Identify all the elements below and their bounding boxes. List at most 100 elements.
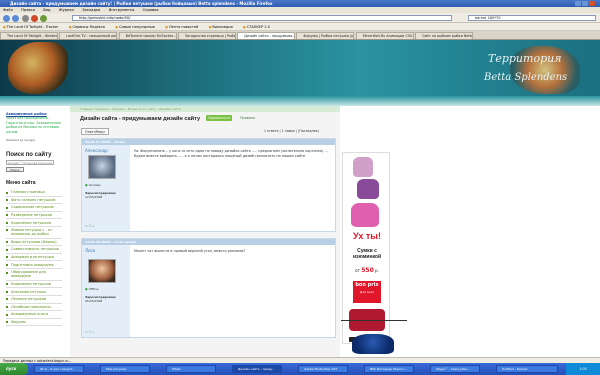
search-heading: Поиск по сайту — [6, 152, 52, 159]
home-icon[interactable] — [40, 15, 47, 22]
browser-tab[interactable]: The Land Of Twilight - Window... — [0, 32, 58, 39]
sidebar-menu-item[interactable]: Кормление петушков — [6, 281, 62, 289]
sidebar-menu-item[interactable]: Лечение петушков — [6, 296, 62, 304]
sidebar-menu-item[interactable]: Фото галерея петушков — [6, 197, 62, 205]
ad-price-value: 550 — [361, 267, 374, 274]
menu-file[interactable]: Файл — [3, 8, 13, 12]
taskbar-item[interactable]: Skype™ - head_piter... — [430, 365, 480, 373]
ad-headline: Ух ты! — [353, 231, 381, 241]
rules-link[interactable]: Правила — [240, 116, 255, 120]
address-bar[interactable]: http://petushki.info/node/50/ — [72, 15, 452, 21]
menu-tools[interactable]: Инструменты — [109, 8, 135, 12]
search-bar[interactable]: ванна 160*70 — [468, 15, 596, 21]
bookmark-item[interactable]: Википедия — [209, 25, 233, 29]
bookmark-item[interactable]: Самые популярные — [115, 25, 155, 29]
menu-bookmarks[interactable]: Закладки — [82, 8, 100, 12]
site-brand-line2: Betta Splendens — [484, 72, 568, 83]
reply-button[interactable]: Ответ/Reply — [81, 128, 109, 135]
forum-post: 13.05.08 (2008 - 14:29 время) Лиса Offli… — [81, 238, 336, 338]
avatar — [88, 155, 116, 179]
menu-view[interactable]: Вид — [43, 8, 50, 12]
sidebar-menu-item[interactable]: Аквариумные книги — [6, 311, 62, 319]
sidebar-menu-item[interactable]: Оборудование для аквариума — [6, 269, 62, 281]
sidebar-menu-item[interactable]: Виды петушков (Формы) — [6, 239, 62, 247]
menu-help[interactable]: Справка — [143, 8, 159, 12]
ad-subtitle: Сумки с изюминкой — [352, 248, 382, 260]
ad-brand: bon prix — [355, 282, 379, 288]
subscribe-button[interactable]: Подписаться — [206, 115, 232, 121]
browser-tab[interactable]: Форумы | Рыбки петушки (р... — [296, 32, 355, 39]
navigation-toolbar: http://petushki.info/node/50/ ванна 160*… — [0, 13, 600, 23]
post-author[interactable]: Александр — [85, 148, 108, 153]
close-icon[interactable] — [589, 1, 595, 6]
bookmark-item[interactable]: Лента новостей — [165, 25, 198, 29]
taskbar-item[interactable]: Мои рисунки — [100, 365, 150, 373]
taskbar-item[interactable]: Adobe Photoshop CS3 — [298, 365, 348, 373]
powered-by-google: Powered by Google — [6, 138, 35, 143]
forward-icon[interactable] — [12, 15, 19, 22]
browser-tab[interactable]: Сайт по рыбкам рыбки Betta — [414, 32, 473, 39]
post-author[interactable]: Лиса — [85, 248, 95, 253]
taskbar-item[interactable]: BSS Интерьер Реконт... — [364, 365, 414, 373]
ad-title[interactable]: Аквариумные рыбки — [6, 112, 47, 116]
sidebar-menu-item[interactable]: Лечебные препараты — [6, 304, 62, 312]
registered-date: 05/05/2008 — [85, 299, 103, 303]
post-action-icons[interactable]: ✉ ☰ ⌂ — [85, 330, 94, 334]
taskbar-item[interactable]: Totals — [166, 365, 216, 373]
menu-edit[interactable]: Правка — [21, 8, 35, 12]
browser-tab[interactable]: Загадочная страница | Рыбк... — [177, 32, 236, 39]
sidebar-menu-item[interactable]: Главная страница — [6, 189, 62, 197]
pager[interactable]: 1 ответа | 1 новых | (Последнее) — [264, 129, 319, 133]
sidebar-menu-item[interactable]: Анатомия петушка — [6, 288, 62, 296]
sidebar-menu-item[interactable]: Аквариум для петушка — [6, 254, 62, 262]
site-header: Территория Betta Splendens — [0, 40, 600, 96]
maximize-icon[interactable] — [582, 1, 588, 6]
start-button[interactable]: пуск — [0, 363, 28, 375]
forum-post: 09.05.07 (2008 - 10:00) Александр Онлайн… — [81, 138, 336, 232]
ad-brand-note: Для всех — [359, 290, 375, 294]
site-brand-line1: Территория — [488, 52, 562, 65]
online-status: Онлайн — [85, 183, 101, 187]
sidebar-menu-item[interactable]: Кормление петушков — [6, 219, 62, 227]
bookmark-item[interactable]: The Land Of Twilight - Tracker — [3, 25, 58, 29]
page-title: Дизайн сайта - придумываем дизайн сайту — [80, 116, 201, 122]
site-search-input[interactable]: Google™ Пользовательский — [6, 160, 54, 166]
browser-tab[interactable]: MirrorWall.Ru Анимации CSS... — [355, 32, 414, 39]
left-sidebar: Аквариумные рыбки Заказ без посредников.… — [0, 106, 68, 357]
taskbar-item-active[interactable]: Дизайн сайта - приду... — [232, 365, 282, 373]
window-title: Дизайн сайта - придумываем дизайн сайту!… — [10, 1, 273, 6]
sidebar-menu-item[interactable]: Живые петушки с - от перевозки до рыбки — [6, 227, 62, 239]
bonprix-logo: bon prix Для всех — [353, 281, 381, 303]
web-page: Территория Betta Splendens Аквариумные р… — [0, 40, 600, 357]
breadcrumb[interactable]: Главная страница › Форумы › Вопросы по с… — [70, 106, 340, 112]
stop-icon[interactable] — [31, 15, 38, 22]
sidebar-menu-item[interactable]: Подготовка аквариума — [6, 261, 62, 270]
post-action-icons[interactable]: ✉ ☰ ⌂ — [85, 224, 94, 228]
browser-tab[interactable]: BitTorrent трекер RuTracker... — [118, 32, 177, 39]
bookmark-item[interactable]: СТАЛКЕР 2.0 — [243, 25, 270, 29]
system-clock: 1:05 — [566, 363, 600, 375]
minimize-icon[interactable] — [575, 1, 581, 6]
post-body: Может чат вынести в правый верхний угол,… — [134, 249, 246, 253]
browser-tab-active[interactable]: Дизайн сайта - придумыва... — [237, 32, 296, 39]
ad-price: от 550 р. — [345, 267, 389, 274]
reload-icon[interactable] — [22, 15, 29, 22]
ad-price-currency: р. — [375, 268, 379, 273]
back-icon[interactable] — [3, 15, 10, 22]
site-search-button[interactable]: Поиск — [6, 167, 24, 173]
menu-history[interactable]: Журнал — [59, 8, 74, 12]
taskbar-item[interactable]: Untitled - Бизнес — [496, 365, 558, 373]
taskbar-item[interactable]: Qt-G - О них говорят... — [34, 365, 84, 373]
car-image[interactable] — [352, 334, 394, 354]
post-body: Ув. Форумчанине... у кого-то есть идеи п… — [134, 149, 328, 158]
sidebar-ad[interactable]: Аквариумные рыбки Заказ без посредников.… — [6, 112, 62, 134]
sidebar-menu-item[interactable]: Форумы — [6, 319, 62, 327]
bookmark-item[interactable]: Сервисы Яндекса — [69, 25, 105, 29]
bookmarks-toolbar: The Land Of Twilight - Tracker Сервисы Я… — [0, 23, 600, 31]
sidebar-menu-item[interactable]: Совместимость петушков — [6, 246, 62, 254]
browser-tab[interactable]: LostFilm.TV - смешанный рег... — [59, 32, 118, 39]
ad-banner[interactable]: Ух ты! Сумки с изюминкой от 550 р. bon p… — [342, 152, 390, 344]
sidebar-menu-item[interactable]: Содержание петушков — [6, 204, 62, 212]
sidebar-menu-item[interactable]: Разведение петушков — [6, 212, 62, 220]
avatar — [88, 259, 116, 283]
